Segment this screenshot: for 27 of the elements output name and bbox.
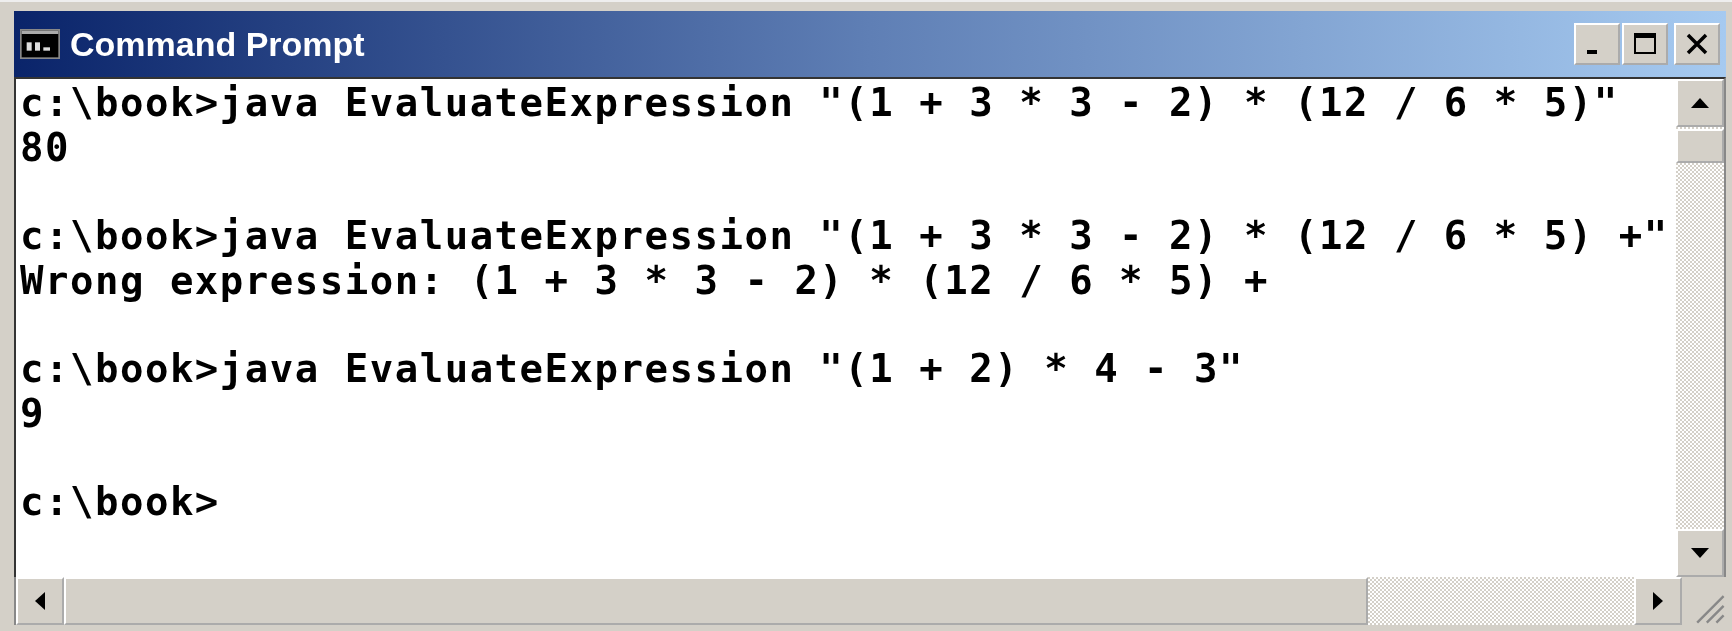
scroll-thumb[interactable] — [64, 577, 1368, 625]
vertical-scrollbar[interactable] — [1676, 79, 1724, 577]
scroll-up-button[interactable] — [1676, 79, 1724, 127]
close-button[interactable] — [1674, 23, 1720, 65]
console-line: c:\book>java EvaluateExpression "(1 + 3 * 3 - 2) * (12 / 6 * 5) +" — [20, 214, 1670, 259]
console-line: c:\book>java EvaluateExpression "(1 + 3 * 3 - 2) * (12 / 6 * 5)" — [20, 81, 1620, 126]
scroll-right-button[interactable] — [1634, 577, 1682, 625]
up-arrow-icon — [1691, 98, 1709, 108]
right-arrow-icon — [1653, 592, 1663, 610]
console-line: Wrong expression: (1 + 3 * 3 - 2) * (12 / 6 * 5) + — [20, 258, 1270, 303]
maximize-button[interactable] — [1622, 23, 1668, 65]
horizontal-scrollbar[interactable] — [16, 577, 1682, 625]
scroll-down-button[interactable] — [1676, 529, 1724, 577]
down-arrow-icon — [1691, 548, 1709, 558]
console-line: c:\book> — [20, 480, 221, 525]
window-title: Command Prompt — [70, 24, 366, 64]
minimize-button[interactable] — [1574, 23, 1620, 65]
maximize-icon — [1632, 31, 1658, 57]
left-arrow-icon — [35, 592, 45, 610]
minimize-icon — [1587, 50, 1597, 54]
close-icon — [1684, 31, 1710, 57]
scroll-thumb[interactable] — [1676, 129, 1724, 163]
console-icon — [20, 29, 60, 59]
console-line: 9 — [20, 391, 46, 436]
scroll-left-button[interactable] — [16, 577, 64, 625]
console-line: c:\book>java EvaluateExpression "(1 + 2) * 4 - 3" — [20, 347, 1246, 392]
console-line: 80 — [20, 125, 71, 170]
